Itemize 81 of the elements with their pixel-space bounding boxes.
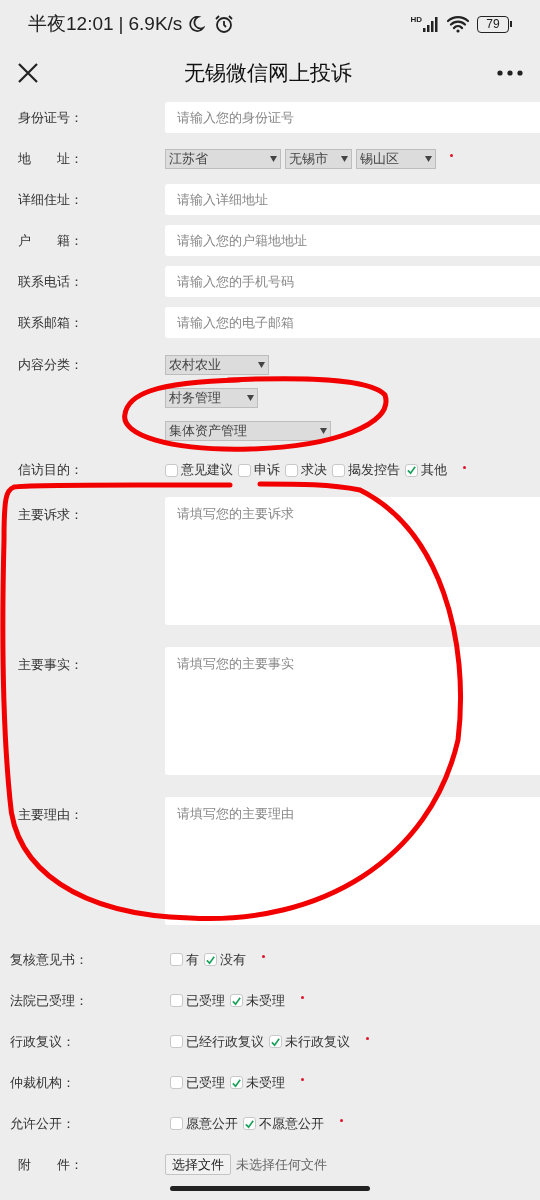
checkbox[interactable] [170,1117,183,1130]
field-label: 信访目的： [17,461,84,480]
text-area[interactable]: 请填写您的主要事实 [165,647,540,775]
checkbox-label: 揭发控告 [348,461,400,480]
field-label: 详细住址： [17,190,84,209]
checkbox-label: 已受理 [186,991,225,1010]
checkbox[interactable] [165,463,178,477]
checkbox-label: 愿意公开 [186,1114,238,1133]
checkbox[interactable] [332,463,345,477]
checkbox[interactable] [230,994,243,1007]
signal-icon [423,16,439,32]
field-label: 法院已受理： [9,991,89,1010]
alarm-icon [214,14,235,34]
field-label: 主要理由： [18,807,83,822]
wifi-icon [447,15,469,33]
field-label: 户 籍： [17,231,84,250]
network-speed: 6.9K/s [128,11,183,36]
text-input[interactable]: 请输入详细地址 [165,184,540,215]
field-label: 联系邮箱： [17,313,84,332]
field-label: 允许公开： [9,1114,76,1133]
select-dropdown[interactable]: 锡山区 [356,148,436,169]
moon-icon [187,15,206,33]
checkbox[interactable] [285,463,298,477]
close-icon[interactable] [16,60,40,85]
checkbox[interactable] [230,1076,243,1089]
checkbox-label: 其他 [421,461,447,480]
checkbox-label: 没有 [220,950,246,969]
caret-icon [320,428,327,434]
checkbox-label: 未受理 [246,991,285,1010]
caret-icon [270,155,277,162]
checkbox-label: 不愿意公开 [259,1114,324,1133]
checkbox-label: 有 [186,950,199,969]
home-indicator[interactable] [170,1186,370,1191]
page-title: 无锡微信网上投诉 [183,59,353,86]
select-dropdown[interactable]: 集体资产管理 [165,421,331,441]
field-label: 附 件： [17,1155,84,1174]
text-input[interactable]: 请输入您的身份证号 [165,102,540,133]
checkbox-label: 申诉 [254,461,280,480]
checkbox[interactable] [170,953,183,966]
caret-icon [258,362,265,368]
caret-icon [425,155,432,162]
caret-icon [341,155,348,162]
status-separator: | [118,11,124,36]
checkbox-label: 意见建议 [181,461,233,480]
field-label: 仲裁机构： [9,1073,76,1092]
field-label: 内容分类： [17,356,84,374]
text-area[interactable]: 请填写您的主要诉求 [165,497,540,625]
field-label: 地 址： [17,149,84,168]
checkbox[interactable] [238,463,251,477]
select-dropdown[interactable]: 农村农业 [165,355,269,375]
field-label: 身份证号： [17,108,84,127]
field-label: 行政复议： [9,1032,76,1051]
text-input[interactable]: 请输入您的电子邮箱 [165,307,540,338]
checkbox[interactable] [170,1035,183,1048]
select-dropdown[interactable]: 村务管理 [165,388,258,408]
checkbox-label: 已经行政复议 [186,1032,264,1051]
choose-file-button[interactable]: 选择文件 [165,1154,231,1175]
text-area[interactable]: 请填写您的主要理由 [165,797,540,925]
field-label: 联系电话： [17,272,84,291]
select-dropdown[interactable]: 无锡市 [285,148,352,169]
checkbox[interactable] [405,463,418,477]
field-label: 主要事实： [18,657,83,672]
file-status: 未选择任何文件 [236,1155,327,1174]
select-dropdown[interactable]: 江苏省 [165,148,281,169]
checkbox[interactable] [170,1076,183,1089]
network-type-label: HD [410,16,422,24]
status-time: 半夜12:01 [28,11,114,36]
checkbox-label: 已受理 [186,1073,225,1092]
field-label: 复核意见书： [9,950,89,969]
field-label: 主要诉求： [18,507,83,522]
checkbox-label: 求决 [301,461,327,480]
checkbox-label: 未受理 [246,1073,285,1092]
checkbox[interactable] [243,1117,256,1130]
checkbox[interactable] [269,1035,282,1048]
caret-icon [247,395,254,401]
checkbox[interactable] [204,953,217,966]
checkbox[interactable] [170,994,183,1007]
battery-indicator: 79 [477,15,509,33]
text-input[interactable]: 请输入您的户籍地地址 [165,225,540,256]
checkbox-label: 未行政复议 [285,1032,350,1051]
text-input[interactable]: 请输入您的手机号码 [165,266,540,297]
